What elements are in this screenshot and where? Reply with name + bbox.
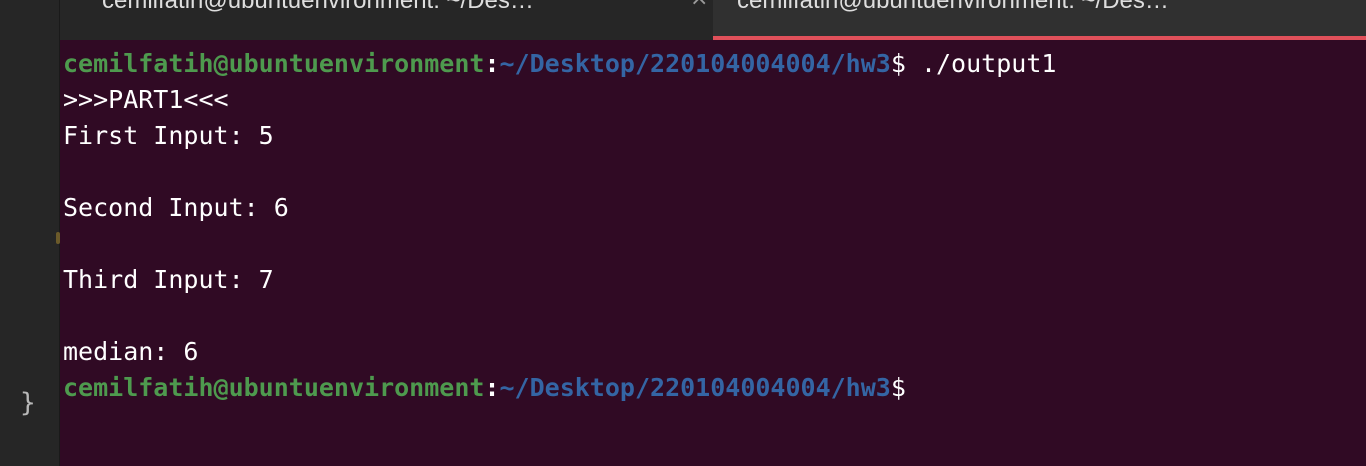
- close-icon[interactable]: ×: [690, 0, 708, 14]
- terminal-output[interactable]: cemilfatih@ubuntuenvironment:~/Desktop/2…: [63, 46, 1353, 464]
- output-part-header: >>>PART1<<<: [63, 85, 229, 114]
- terminal-line-prompt: cemilfatih@ubuntuenvironment:~/Desktop/2…: [63, 370, 1353, 406]
- terminal-tab-1[interactable]: cemilfatih@ubuntuenvironment: ~/Des… ×: [60, 0, 713, 40]
- background-editor-window[interactable]: }: [0, 0, 60, 466]
- terminal-tab-bar: cemilfatih@ubuntuenvironment: ~/Des… × c…: [60, 0, 1366, 40]
- output-median: median: 6: [63, 337, 199, 366]
- editor-code-brace: }: [20, 388, 36, 418]
- prompt-dollar: $: [890, 373, 906, 402]
- output-third-input: Third Input: 7: [63, 265, 274, 294]
- prompt-path: ~/Desktop/220104004004/hw3: [499, 373, 891, 402]
- terminal-line-command: cemilfatih@ubuntuenvironment:~/Desktop/2…: [63, 46, 1353, 82]
- output-second-input: Second Input: 6: [63, 193, 289, 222]
- screen: } cemilfatih@ubuntuenvironment: ~/Des… ×…: [0, 0, 1366, 466]
- prompt-user-host: cemilfatih@ubuntuenvironment: [63, 49, 485, 78]
- terminal-tab-2[interactable]: cemilfatih@ubuntuenvironment: ~/Des…: [713, 0, 1366, 40]
- prompt-colon: :: [484, 373, 500, 402]
- editor-gutter-marker: [56, 232, 60, 244]
- terminal-tab-2-label: cemilfatih@ubuntuenvironment: ~/Des…: [737, 0, 1169, 14]
- output-first-input: First Input: 5: [63, 121, 274, 150]
- terminal-tab-1-label: cemilfatih@ubuntuenvironment: ~/Des…: [102, 0, 534, 14]
- prompt-colon: :: [484, 49, 500, 78]
- prompt-dollar: $: [890, 49, 906, 78]
- prompt-path: ~/Desktop/220104004004/hw3: [499, 49, 891, 78]
- command-text: ./output1: [905, 49, 1057, 78]
- prompt-user-host: cemilfatih@ubuntuenvironment: [63, 373, 485, 402]
